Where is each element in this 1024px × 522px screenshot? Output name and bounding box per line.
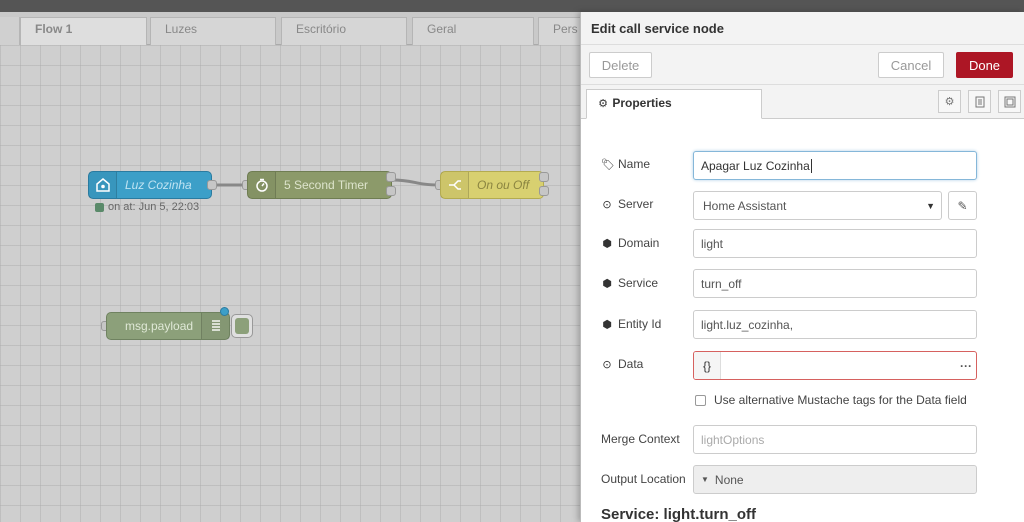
- flow-canvas[interactable]: Luz Cozinha on at: Jun 5, 22:03 5 Second…: [0, 45, 580, 522]
- gear-icon: ⚙: [944, 96, 955, 108]
- node-timer-output-port-2[interactable]: [386, 186, 396, 196]
- tab-geral[interactable]: Geral: [412, 17, 534, 45]
- gear-icon: ⚙: [598, 98, 608, 110]
- tab-properties[interactable]: ⚙ Properties: [586, 89, 762, 119]
- cube-icon: ⬢: [602, 318, 612, 331]
- node-settings-button[interactable]: ⚙: [938, 90, 961, 113]
- changed-indicator-icon: [220, 307, 229, 316]
- debug-toggle-inner: [235, 318, 249, 334]
- output-location-label: Output Location: [601, 472, 686, 486]
- server-select[interactable]: Home Assistant ▼: [693, 191, 942, 220]
- dialog-tab-bar: ⚙ Properties ⚙: [581, 85, 1024, 119]
- cube-icon: ⬢: [602, 277, 612, 290]
- entity-id-input[interactable]: light.luz_cozinha,: [693, 310, 977, 339]
- stopwatch-icon: [248, 172, 276, 198]
- node-appearance-button[interactable]: [998, 90, 1021, 113]
- domain-input[interactable]: light: [693, 229, 977, 258]
- node-description-button[interactable]: [968, 90, 991, 113]
- frame-icon: [1004, 96, 1015, 107]
- switch-icon: [441, 172, 469, 198]
- home-assistant-icon: [89, 172, 117, 198]
- tab-luzes[interactable]: Luzes: [150, 17, 276, 45]
- service-label: ⬢ Service: [602, 276, 659, 290]
- text-cursor: [810, 158, 812, 173]
- radio-dot-icon: ⊙: [602, 198, 612, 211]
- domain-label: ⬢ Domain: [602, 236, 660, 250]
- merge-context-label: Merge Context: [601, 432, 680, 446]
- top-bar: [0, 0, 1024, 12]
- document-icon: [975, 96, 984, 107]
- done-button[interactable]: Done: [956, 52, 1013, 78]
- wires: [213, 178, 441, 187]
- node-on-ou-off[interactable]: On ou Off: [440, 171, 544, 199]
- radio-dot-icon: ⊙: [602, 358, 612, 371]
- dropdown-arrow-icon: ▼: [926, 200, 935, 211]
- tab-flow-1[interactable]: Flow 1: [20, 17, 147, 46]
- list-icon: [201, 313, 229, 339]
- edit-node-dialog: Edit call service node Delete Cancel Don…: [580, 12, 1024, 522]
- service-heading: Service: light.turn_off: [601, 506, 757, 522]
- tab-escritorio[interactable]: Escritório: [281, 17, 407, 45]
- status-dot-icon: [95, 202, 104, 212]
- edit-server-button[interactable]: ✎: [948, 191, 977, 220]
- output-location-select[interactable]: ▼ None: [693, 465, 977, 494]
- node-msg-payload[interactable]: msg.payload: [106, 312, 230, 340]
- mustache-option: Use alternative Mustache tags for the Da…: [695, 393, 967, 407]
- server-label: ⊙ Server: [602, 197, 654, 211]
- workspace-tabs: Flow 1 Luzes Escritório Geral Pers: [0, 12, 580, 46]
- tab-scroll-left[interactable]: [0, 17, 20, 45]
- node-luz-cozinha-output-port[interactable]: [207, 180, 217, 190]
- cube-icon: ⬢: [602, 237, 612, 250]
- cancel-button[interactable]: Cancel: [878, 52, 944, 78]
- name-label: 🏷︎ Name: [601, 157, 651, 171]
- mustache-checkbox[interactable]: [695, 394, 706, 406]
- name-input[interactable]: Apagar Luz Cozinha: [693, 151, 977, 180]
- node-switch-output-port-1[interactable]: [539, 172, 549, 182]
- tab-pers[interactable]: Pers: [538, 17, 580, 45]
- delete-button[interactable]: Delete: [589, 52, 652, 78]
- node-luz-cozinha-status: on at: Jun 5, 22:03: [95, 201, 199, 213]
- merge-context-input[interactable]: lightOptions: [693, 425, 977, 454]
- expand-editor-button[interactable]: ···: [960, 359, 972, 373]
- dialog-title: Edit call service node: [581, 12, 1024, 45]
- workspace: Flow 1 Luzes Escritório Geral Pers Luz C…: [0, 12, 580, 522]
- dialog-button-bar: Delete Cancel Done: [581, 45, 1024, 85]
- tag-icon: 🏷︎: [601, 158, 615, 171]
- entity-id-label: ⬢ Entity Id: [602, 317, 662, 331]
- data-type-selector[interactable]: {}: [694, 352, 721, 379]
- service-input[interactable]: turn_off: [693, 269, 977, 298]
- pencil-icon: ✎: [957, 198, 968, 213]
- data-label: ⊙ Data: [602, 357, 644, 371]
- node-timer[interactable]: 5 Second Timer: [247, 171, 392, 199]
- caret-down-icon: ▼: [701, 475, 709, 484]
- debug-toggle-button[interactable]: [231, 314, 253, 338]
- node-switch-output-port-2[interactable]: [539, 186, 549, 196]
- data-input[interactable]: {} ···: [693, 351, 977, 380]
- node-luz-cozinha[interactable]: Luz Cozinha: [88, 171, 212, 199]
- node-timer-output-port-1[interactable]: [386, 172, 396, 182]
